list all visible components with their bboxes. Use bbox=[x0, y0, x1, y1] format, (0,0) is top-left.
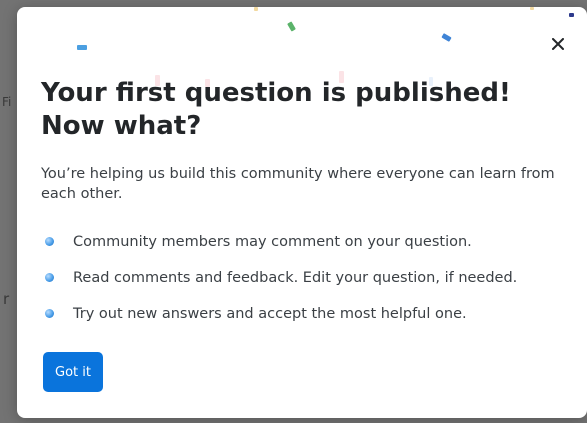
confetti-piece bbox=[441, 33, 452, 42]
published-dialog: Your first question is published! Now wh… bbox=[17, 7, 587, 418]
confetti-piece bbox=[254, 7, 258, 11]
dialog-description: You’re helping us build this community w… bbox=[41, 166, 555, 202]
list-item-text: Try out new answers and accept the most … bbox=[73, 306, 467, 322]
bullet-dot-icon bbox=[45, 309, 54, 318]
confetti-piece bbox=[77, 45, 87, 50]
list-item-text: Community members may comment on your qu… bbox=[73, 234, 472, 250]
confetti-piece bbox=[287, 21, 296, 32]
bullet-dot-icon bbox=[45, 237, 54, 246]
list-item: Community members may comment on your qu… bbox=[41, 232, 517, 252]
list-item: Try out new answers and accept the most … bbox=[41, 304, 517, 324]
background-text-fragment: r bbox=[3, 290, 10, 308]
dialog-title-line-2: Now what? bbox=[41, 111, 202, 141]
confetti-piece bbox=[530, 7, 534, 10]
dialog-title-line-1: Your first question is published! bbox=[41, 78, 511, 108]
next-steps-list: Community members may comment on your qu… bbox=[41, 232, 517, 340]
list-item: Read comments and feedback. Edit your qu… bbox=[41, 268, 517, 288]
dialog-title: Your first question is published! Now wh… bbox=[41, 77, 561, 143]
bullet-dot-icon bbox=[45, 273, 54, 282]
background-text-fragment: Fi bbox=[2, 95, 12, 109]
list-item-text: Read comments and feedback. Edit your qu… bbox=[73, 270, 518, 286]
got-it-button[interactable]: Got it bbox=[43, 352, 103, 392]
close-icon bbox=[552, 38, 564, 50]
close-button[interactable] bbox=[548, 34, 568, 54]
confetti-piece bbox=[569, 13, 574, 17]
